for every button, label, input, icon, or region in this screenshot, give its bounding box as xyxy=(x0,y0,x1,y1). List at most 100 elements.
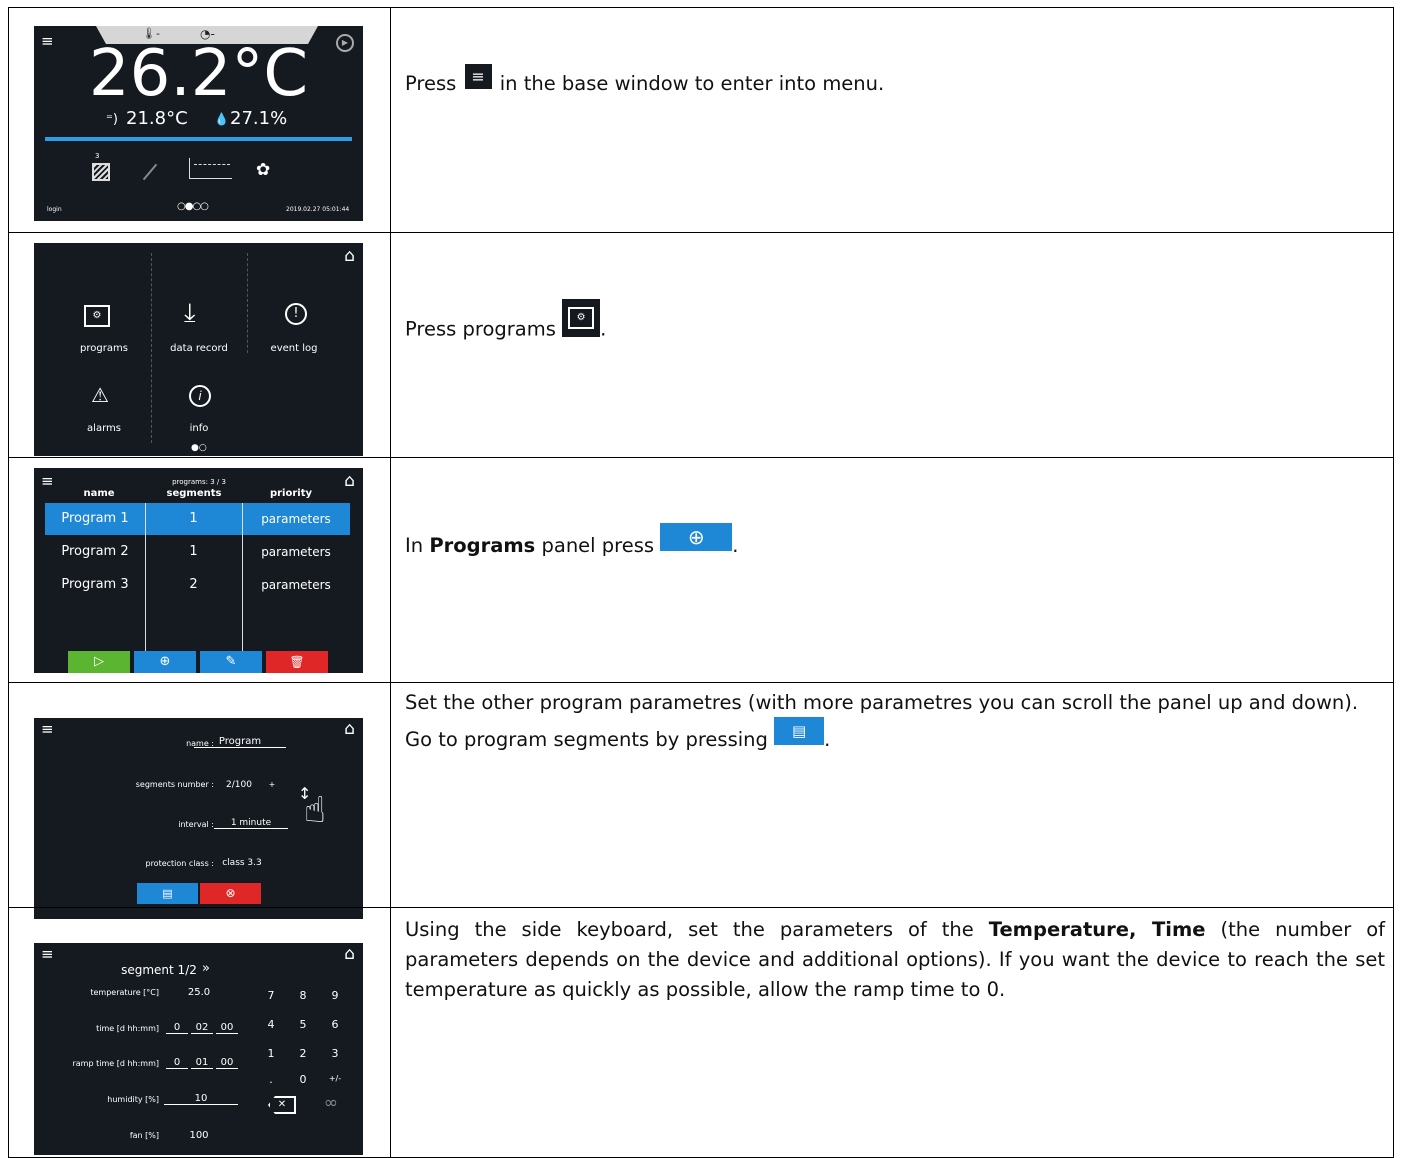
time-minutes[interactable]: 00 xyxy=(216,1022,238,1034)
key-7[interactable]: 7 xyxy=(264,989,278,1002)
humidity-icon: 💧 xyxy=(214,112,229,126)
menu-icon[interactable]: ≡ xyxy=(41,472,54,490)
text-before: Press programs xyxy=(405,317,556,341)
step-text-2: Press programs ⚙ . xyxy=(405,299,1385,349)
key-3[interactable]: 3 xyxy=(328,1047,342,1060)
page-dots[interactable]: ●○ xyxy=(191,443,207,453)
header-name[interactable]: name xyxy=(54,488,144,499)
home-icon[interactable]: ⌂ xyxy=(344,246,355,266)
segments-button[interactable]: ▤ xyxy=(137,883,198,904)
fan-label: fan [%] xyxy=(129,1131,159,1140)
name-field[interactable]: Program xyxy=(194,736,286,748)
interval-field[interactable]: 1 minute xyxy=(214,818,288,829)
segments-icon[interactable] xyxy=(92,163,110,181)
step-row-2: ⌂ ⚙ programs ⤓ data record ! event log ⚠… xyxy=(8,232,1394,458)
program-priority: parameters xyxy=(261,545,331,559)
program-priority: parameters xyxy=(261,512,331,526)
text-before: Using the side keyboard, set the paramet… xyxy=(405,918,974,941)
programs-screen: ≡ ⌂ programs: 3 / 3 name segments priori… xyxy=(34,468,363,673)
home-icon[interactable]: ⌂ xyxy=(344,719,355,739)
menu-item-event-log[interactable]: event log xyxy=(259,343,329,354)
menu-item-alarms[interactable]: alarms xyxy=(69,423,139,434)
key-4[interactable]: 4 xyxy=(264,1018,278,1031)
menu-item-programs[interactable]: programs xyxy=(69,343,139,354)
base-window-screen: ≡ 🌡- ◔- ▶ 26.2°C ⁼) 21.8°C 💧 27.1% 3 ✿ l… xyxy=(34,26,363,221)
event-log-icon[interactable]: ! xyxy=(285,303,307,325)
key-9[interactable]: 9 xyxy=(328,989,342,1002)
segments-minus[interactable]: - xyxy=(199,780,209,789)
menu-screen: ⌂ ⚙ programs ⤓ data record ! event log ⚠… xyxy=(34,243,363,456)
text-after: in the base window to enter into menu. xyxy=(499,72,885,95)
key-0[interactable]: 0 xyxy=(296,1073,310,1086)
ramp-days[interactable]: 0 xyxy=(166,1057,188,1069)
progress-bar xyxy=(45,137,352,141)
menu-item-data-record[interactable]: data record xyxy=(154,343,244,354)
backspace-icon[interactable]: ✕ xyxy=(268,1096,296,1114)
segments-value: 2/100 xyxy=(226,780,252,790)
table-row[interactable]: Program 3 2 parameters xyxy=(45,569,350,601)
segment-screen: ≡ ⌂ segment 1/2 » temperature [°C] 25.0 … xyxy=(34,943,363,1155)
header-priority[interactable]: priority xyxy=(246,488,336,499)
header-segments[interactable]: segments xyxy=(149,488,239,499)
menu-icon[interactable]: ≡ xyxy=(41,720,54,738)
segments-plus[interactable]: + xyxy=(267,780,277,789)
segments-button-icon: ▤ xyxy=(774,716,825,745)
humidity-field[interactable]: 10 xyxy=(164,1093,238,1105)
menu-icon[interactable]: ≡ xyxy=(41,945,54,963)
table-row[interactable]: Program 1 1 parameters xyxy=(45,503,350,535)
program-name: Program 3 xyxy=(61,577,129,592)
time-hours[interactable]: 02 xyxy=(191,1022,213,1034)
key-8[interactable]: 8 xyxy=(296,989,310,1002)
key-plus-minus[interactable]: +/- xyxy=(324,1074,346,1083)
step-row-3: ≡ ⌂ programs: 3 / 3 name segments priori… xyxy=(8,457,1394,683)
program-params-screen: ≡ ⌂ name : Program segments number : - 2… xyxy=(34,718,363,919)
login-label[interactable]: login xyxy=(47,206,62,213)
key-dot[interactable]: . xyxy=(264,1073,278,1086)
key-2[interactable]: 2 xyxy=(296,1047,310,1060)
fan-icon[interactable]: ✿ xyxy=(256,160,270,180)
start-button[interactable]: ▷ xyxy=(68,651,130,673)
sensor-icon: ⁼) xyxy=(106,112,118,127)
time-days[interactable]: 0 xyxy=(166,1022,188,1034)
home-icon[interactable]: ⌂ xyxy=(344,944,355,964)
page-dots[interactable]: ○●○○ xyxy=(177,201,209,212)
text-after: . xyxy=(600,317,607,341)
fan-value[interactable]: 100 xyxy=(179,1130,219,1141)
next-segment-icon[interactable]: » xyxy=(196,961,216,976)
cancel-button[interactable]: ⊗ xyxy=(200,883,261,904)
text-before: In xyxy=(405,534,424,557)
hand-swipe-icon: ☝ xyxy=(304,790,326,831)
protection-value: class 3.3 xyxy=(222,858,262,868)
key-5[interactable]: 5 xyxy=(296,1018,310,1031)
ramp-minutes[interactable]: 00 xyxy=(216,1057,238,1069)
text-after: . xyxy=(824,728,831,752)
step-text-5: Using the side keyboard, set the paramet… xyxy=(405,915,1385,1006)
programs-button-icon: ⚙ xyxy=(562,299,601,337)
infinity-key[interactable]: ∞ xyxy=(319,1093,343,1113)
chart-icon[interactable] xyxy=(189,158,232,179)
step-row-1: ≡ 🌡- ◔- ▶ 26.2°C ⁼) 21.8°C 💧 27.1% 3 ✿ l… xyxy=(8,7,1394,233)
key-1[interactable]: 1 xyxy=(264,1047,278,1060)
delete-button[interactable]: 🗑 xyxy=(266,651,328,673)
download-icon[interactable]: ⤓ xyxy=(184,298,196,329)
programs-count: programs: 3 / 3 xyxy=(172,478,226,486)
temperature-label: temperature [°C] xyxy=(90,988,159,997)
home-icon[interactable]: ⌂ xyxy=(344,471,355,491)
text-before: Go to program segments by pressing xyxy=(405,728,768,752)
temperature-value[interactable]: 25.0 xyxy=(179,987,219,998)
add-button[interactable]: ⊕ xyxy=(134,651,196,673)
segment-number: 3 xyxy=(95,152,100,160)
alarm-icon[interactable]: ⚠ xyxy=(91,383,109,407)
table-row[interactable]: Program 2 1 parameters xyxy=(45,536,350,568)
ramp-label: ramp time [d hh:mm] xyxy=(72,1059,159,1068)
menu-item-info[interactable]: info xyxy=(164,423,234,434)
key-6[interactable]: 6 xyxy=(328,1018,342,1031)
ramp-hours[interactable]: 01 xyxy=(191,1057,213,1069)
info-icon[interactable]: i xyxy=(189,385,211,407)
interval-label: interval : xyxy=(178,820,214,829)
text-bold: Programs xyxy=(429,534,536,557)
text-paragraph-1: Set the other program parametres (with m… xyxy=(405,691,1359,714)
edit-icon[interactable] xyxy=(142,163,158,181)
edit-button[interactable]: ✎ xyxy=(200,651,262,673)
programs-icon[interactable]: ⚙ xyxy=(84,305,110,327)
